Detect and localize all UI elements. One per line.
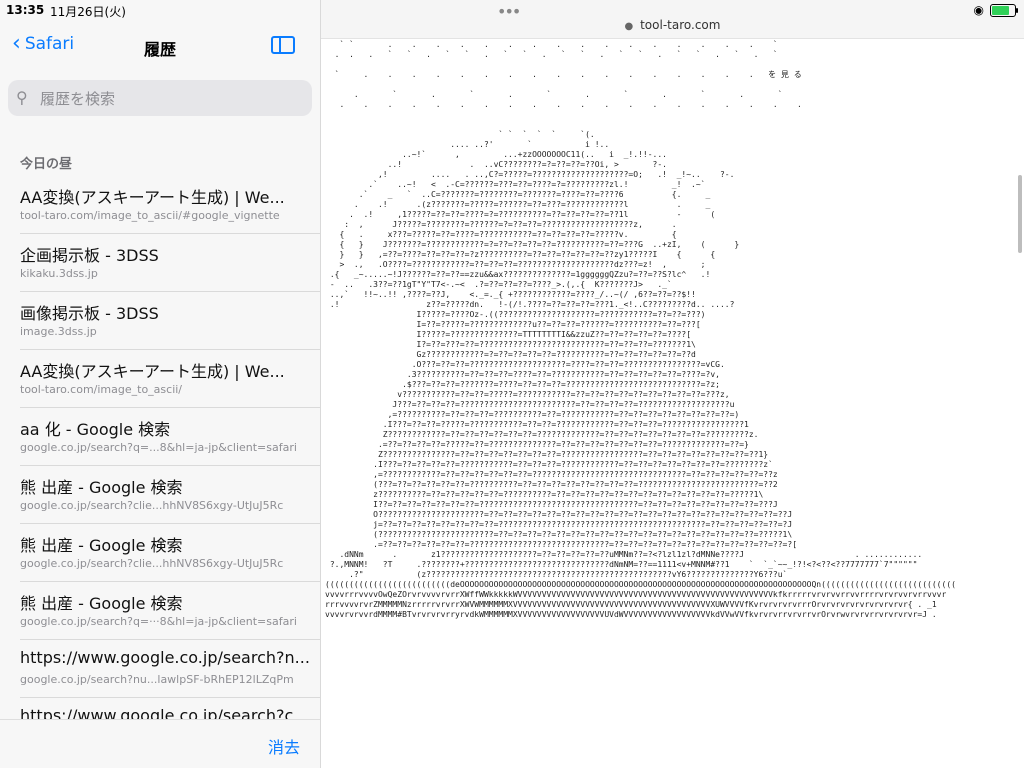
history-item-url: google.co.jp/search?q=...8&hl=ja-jp&clie… bbox=[20, 441, 297, 454]
sidebar-toolbar: 消去 bbox=[0, 719, 320, 768]
history-item-url: tool-taro.com/image_to_ascii/#google_vig… bbox=[20, 209, 280, 222]
history-item[interactable]: AA変換(アスキーアート生成) | We... tool-taro.com/im… bbox=[20, 176, 320, 234]
status-bar: 13:35 11月26日(火) ◉ bbox=[0, 0, 1024, 20]
history-item-title: https://www.google.co.jp/search?n... bbox=[20, 648, 310, 667]
history-item-url: google.co.jp/search?q=···8&hl=ja-jp&clie… bbox=[20, 615, 297, 628]
history-item-title: AA変換(アスキーアート生成) | We... bbox=[20, 362, 285, 381]
history-list: AA変換(アスキーアート生成) | We... tool-taro.com/im… bbox=[0, 176, 320, 756]
history-item-url: kikaku.3dss.jp bbox=[20, 267, 98, 280]
history-item[interactable]: 熊 出産 - Google 検索 google.co.jp/search?q=·… bbox=[20, 582, 320, 640]
history-item[interactable]: 熊 出産 - Google 検索 google.co.jp/search?cli… bbox=[20, 524, 320, 582]
history-item-url: image.3dss.jp bbox=[20, 325, 97, 338]
history-item-url: tool-taro.com/image_to_ascii/ bbox=[20, 383, 183, 396]
history-item-url: google.co.jp/search?clie...hhNV8S6xgy-Ut… bbox=[20, 499, 284, 512]
history-item[interactable]: AA変換(アスキーアート生成) | We... tool-taro.com/im… bbox=[20, 350, 320, 408]
sidebar-nav-bar: ‹ Safari 履歴 bbox=[0, 28, 320, 64]
web-content: ` ` . . . . . . . . . . . . . . . . ` . … bbox=[321, 40, 1024, 768]
history-sidebar: ‹ Safari 履歴 ⚲ 今日の昼 AA変換(アスキーアート生成) | We.… bbox=[0, 0, 321, 768]
history-item[interactable]: 企画掲示板 - 3DSS kikaku.3dss.jp bbox=[20, 234, 320, 292]
ascii-art: ` ` . . . . . . . . . . . . . . . . ` . … bbox=[325, 40, 956, 619]
history-item-title: AA変換(アスキーアート生成) | We... bbox=[20, 188, 285, 207]
address-text: tool-taro.com bbox=[640, 18, 721, 32]
browser-pane: ••• ● tool-taro.com ` ` . . . . . . . . … bbox=[321, 0, 1024, 768]
history-search[interactable]: ⚲ bbox=[8, 80, 312, 116]
scrollbar[interactable] bbox=[1018, 175, 1022, 253]
history-item-title: 熊 出産 - Google 検索 bbox=[20, 478, 183, 497]
status-time: 13:35 bbox=[6, 3, 45, 17]
clear-history-button[interactable]: 消去 bbox=[268, 734, 300, 758]
history-item-title: 企画掲示板 - 3DSS bbox=[20, 246, 159, 265]
history-item[interactable]: https://www.google.co.jp/search?n... goo… bbox=[20, 640, 320, 698]
wifi-icon: ◉ bbox=[973, 3, 984, 17]
history-search-input[interactable] bbox=[38, 86, 302, 112]
search-icon: ⚲ bbox=[16, 88, 28, 107]
history-item-title: 画像掲示板 - 3DSS bbox=[20, 304, 159, 323]
address-bar[interactable]: ● tool-taro.com bbox=[321, 18, 1024, 32]
section-header: 今日の昼 bbox=[20, 157, 73, 172]
history-item-title: aa 化 - Google 検索 bbox=[20, 420, 171, 439]
history-item-url: google.co.jp/search?clie...hhNV8S6xgy-Ut… bbox=[20, 557, 284, 570]
history-item-title: 熊 出産 - Google 検索 bbox=[20, 536, 183, 555]
battery-icon bbox=[990, 3, 1018, 17]
history-item-title: 熊 出産 - Google 検索 bbox=[20, 594, 183, 613]
history-item[interactable]: 熊 出産 - Google 検索 google.co.jp/search?cli… bbox=[20, 466, 320, 524]
status-date: 11月26日(火) bbox=[50, 5, 126, 19]
history-item-url: google.co.jp/search?nu...lawlpSF-bRhEP12… bbox=[20, 673, 294, 686]
status-icons: ◉ bbox=[973, 3, 1018, 17]
history-item[interactable]: aa 化 - Google 検索 google.co.jp/search?q=.… bbox=[20, 408, 320, 466]
history-item[interactable]: 画像掲示板 - 3DSS image.3dss.jp bbox=[20, 292, 320, 350]
sidebar-toggle-icon[interactable] bbox=[271, 36, 295, 54]
lock-icon: ● bbox=[624, 21, 634, 32]
